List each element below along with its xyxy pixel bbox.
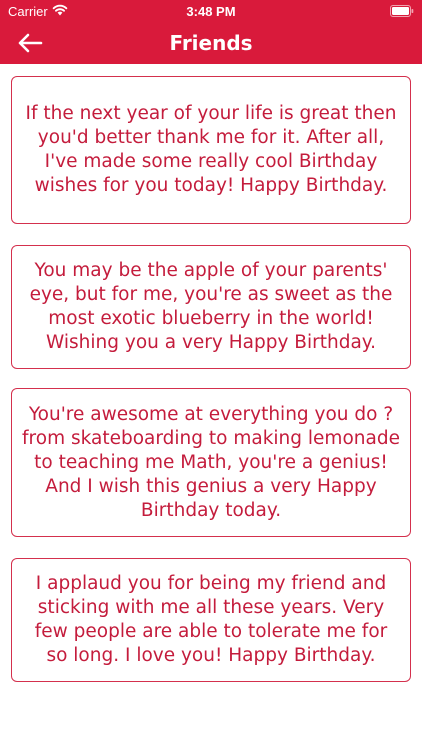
status-time: 3:48 PM: [186, 4, 236, 19]
wish-card[interactable]: If the next year of your life is great t…: [11, 76, 411, 224]
wish-card[interactable]: I applaud you for being my friend and st…: [11, 558, 411, 682]
wish-text: I applaud you for being my friend and st…: [34, 573, 388, 666]
wish-card[interactable]: You may be the apple of your parents' ey…: [11, 245, 411, 369]
wish-text: You may be the apple of your parents' ey…: [29, 260, 393, 353]
status-bar: Carrier 3:48 PM: [0, 0, 422, 22]
wish-text: You're awesome at everything you do ? fr…: [22, 403, 400, 521]
battery-icon: [390, 5, 414, 17]
wish-text: If the next year of your life is great t…: [25, 103, 397, 196]
navigation-bar: Friends: [0, 22, 422, 64]
page-title: Friends: [169, 31, 253, 55]
wish-card[interactable]: You're awesome at everything you do ? fr…: [11, 388, 411, 537]
